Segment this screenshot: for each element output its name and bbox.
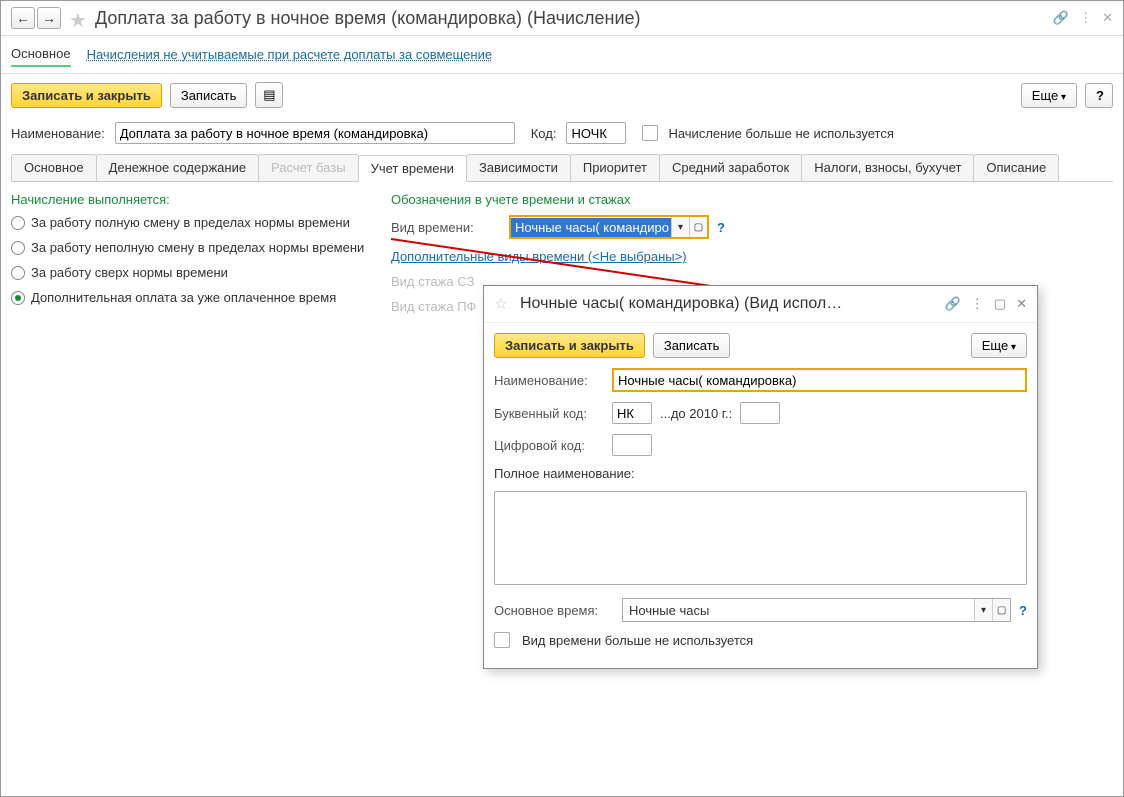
tab-main[interactable]: Основное — [11, 154, 97, 181]
letter-code-input[interactable] — [612, 402, 652, 424]
radio-icon — [11, 291, 25, 305]
radio-label: За работу полную смену в пределах нормы … — [31, 215, 350, 230]
save-and-close-button[interactable]: Записать и закрыть — [11, 83, 162, 108]
digit-code-label: Цифровой код: — [494, 438, 604, 453]
time-type-modal: ☆ Ночные часы( командировка) (Вид испол…… — [483, 285, 1038, 669]
tab-priority[interactable]: Приоритет — [570, 154, 660, 181]
modal-save-close-button[interactable]: Записать и закрыть — [494, 333, 645, 358]
kebab-menu-icon[interactable]: ⋮ — [971, 296, 984, 312]
base-time-select[interactable]: Ночные часы ▾ ▢ — [622, 598, 1011, 622]
code-label: Код: — [531, 126, 557, 141]
modal-name-input[interactable] — [614, 370, 1025, 390]
modal-title: Ночные часы( командировка) (Вид испол… — [520, 295, 945, 313]
more-button[interactable]: Еще — [1021, 83, 1077, 108]
link-icon[interactable]: 🔗 — [945, 296, 961, 312]
report-button[interactable]: ▤ — [255, 82, 283, 108]
chevron-down-icon[interactable]: ▾ — [671, 217, 689, 237]
szv-label: Вид стажа СЗ — [391, 274, 474, 289]
digit-code-input[interactable] — [612, 434, 652, 456]
base-time-value: Ночные часы — [623, 601, 974, 620]
tab-deps[interactable]: Зависимости — [466, 154, 571, 181]
until-2010-label: ...до 2010 г.: — [660, 406, 732, 421]
time-type-label: Вид времени: — [391, 220, 501, 235]
modal-disabled-checkbox[interactable] — [494, 632, 510, 648]
chevron-down-icon[interactable]: ▾ — [974, 599, 992, 621]
page-title: Доплата за работу в ночное время (команд… — [95, 8, 1053, 29]
radio-label: За работу неполную смену в пределах норм… — [31, 240, 364, 255]
close-icon[interactable]: ✕ — [1102, 10, 1113, 26]
help-button[interactable]: ? — [1085, 83, 1113, 108]
close-icon[interactable]: ✕ — [1016, 296, 1027, 312]
letter-code-label: Буквенный код: — [494, 406, 604, 421]
time-type-value: Ночные часы( командиро — [511, 218, 671, 237]
modal-disabled-label: Вид времени больше не используется — [522, 633, 753, 648]
modal-more-button[interactable]: Еще — [971, 333, 1027, 358]
tab-avg[interactable]: Средний заработок — [659, 154, 802, 181]
link-icon[interactable]: 🔗 — [1053, 10, 1069, 26]
favorite-star-icon[interactable]: ☆ — [494, 294, 514, 314]
right-section-title: Обозначения в учете времени и стажах — [391, 192, 1113, 207]
subnav-main[interactable]: Основное — [11, 42, 71, 67]
radio-additional-pay[interactable]: Дополнительная оплата за уже оплаченное … — [11, 290, 371, 305]
radio-label: Дополнительная оплата за уже оплаченное … — [31, 290, 336, 305]
help-icon[interactable]: ? — [717, 220, 725, 235]
code-input[interactable] — [566, 122, 626, 144]
open-icon[interactable]: ▢ — [689, 217, 707, 237]
radio-icon — [11, 216, 25, 230]
favorite-star-icon[interactable]: ★ — [69, 8, 89, 28]
radio-label: За работу сверх нормы времени — [31, 265, 228, 280]
pf-label: Вид стажа ПФ — [391, 299, 476, 314]
tab-time[interactable]: Учет времени — [358, 155, 467, 182]
tab-taxes[interactable]: Налоги, взносы, бухучет — [801, 154, 974, 181]
time-type-select[interactable]: Ночные часы( командиро ▾ ▢ — [509, 215, 709, 239]
additional-types-link[interactable]: Дополнительные виды времени (<Не выбраны… — [391, 249, 687, 264]
open-icon[interactable]: ▢ — [992, 599, 1010, 621]
full-name-textarea[interactable] — [494, 491, 1027, 585]
name-input[interactable] — [115, 122, 515, 144]
subnav-exclusions-link[interactable]: Начисления не учитываемые при расчете до… — [87, 47, 493, 62]
tab-money[interactable]: Денежное содержание — [96, 154, 259, 181]
radio-overtime[interactable]: За работу сверх нормы времени — [11, 265, 371, 280]
radio-icon — [11, 241, 25, 255]
radio-icon — [11, 266, 25, 280]
save-button[interactable]: Записать — [170, 83, 248, 108]
radio-partial-shift[interactable]: За работу неполную смену в пределах норм… — [11, 240, 371, 255]
radio-full-shift[interactable]: За работу полную смену в пределах нормы … — [11, 215, 371, 230]
name-label: Наименование: — [11, 126, 105, 141]
nav-back-button[interactable]: ← — [11, 7, 35, 29]
left-section-title: Начисление выполняется: — [11, 192, 371, 207]
until-2010-input[interactable] — [740, 402, 780, 424]
help-icon[interactable]: ? — [1019, 603, 1027, 618]
tab-base: Расчет базы — [258, 154, 359, 181]
tab-desc[interactable]: Описание — [973, 154, 1059, 181]
maximize-icon[interactable]: ▢ — [994, 296, 1006, 312]
nav-forward-button[interactable]: → — [37, 7, 61, 29]
modal-save-button[interactable]: Записать — [653, 333, 731, 358]
base-time-label: Основное время: — [494, 603, 614, 618]
report-icon: ▤ — [263, 87, 275, 103]
disabled-label: Начисление больше не используется — [668, 126, 893, 141]
modal-name-label: Наименование: — [494, 373, 604, 388]
full-name-label: Полное наименование: — [494, 466, 635, 481]
disabled-checkbox[interactable] — [642, 125, 658, 141]
kebab-menu-icon[interactable]: ⋮ — [1079, 10, 1092, 26]
